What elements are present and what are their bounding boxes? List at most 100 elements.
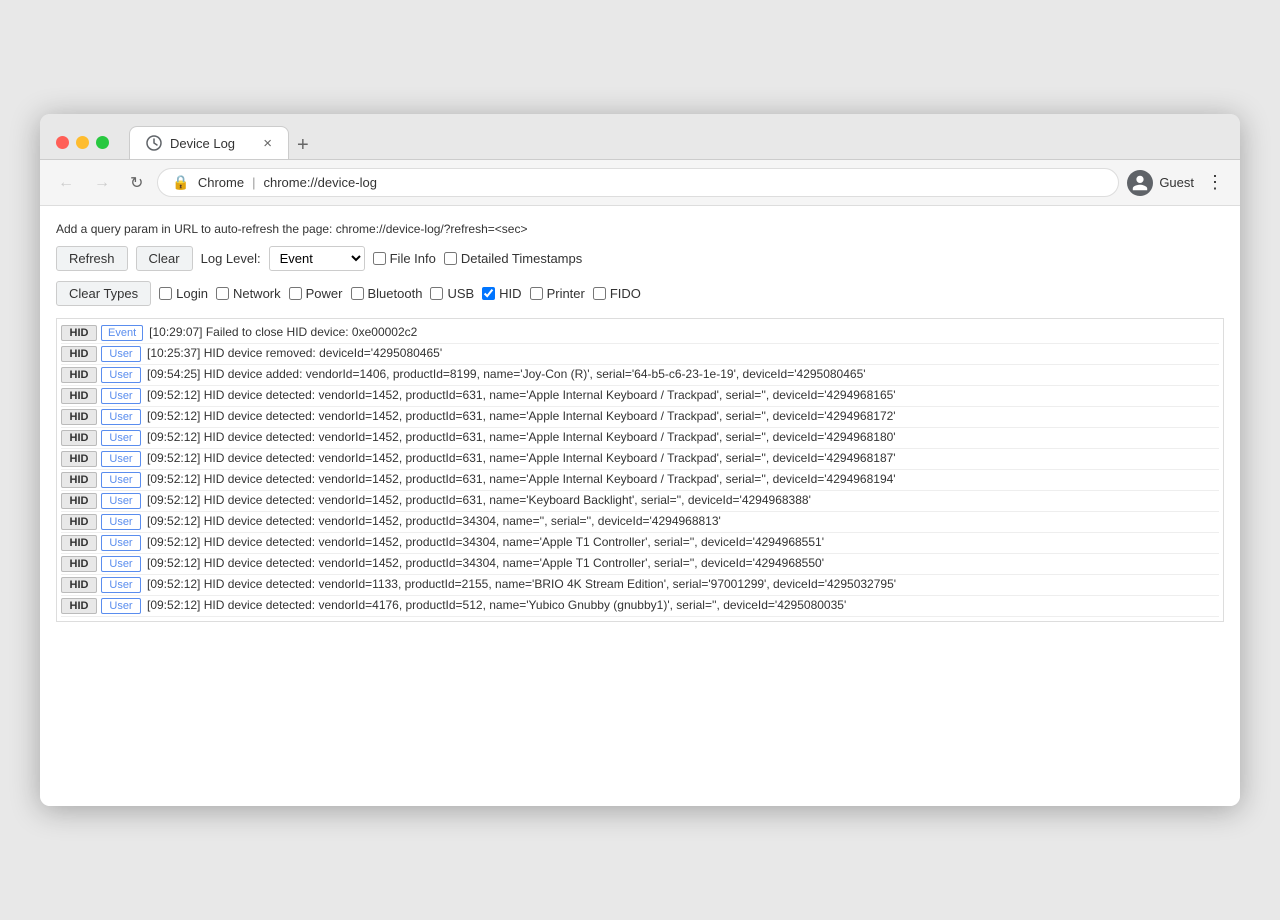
log-source-badge[interactable]: User (101, 451, 141, 467)
log-message: [09:52:12] HID device detected: vendorId… (147, 430, 1219, 444)
reload-button[interactable]: ↻ (124, 169, 149, 197)
usb-checkbox[interactable] (430, 287, 443, 300)
network-checkbox[interactable] (216, 287, 229, 300)
page-content: Add a query param in URL to auto-refresh… (40, 206, 1240, 806)
guest-button[interactable]: Guest (1127, 170, 1194, 196)
printer-label: Printer (547, 286, 585, 301)
nav-right: Guest ⋮ (1127, 168, 1228, 197)
log-type-badge: HID (61, 451, 97, 467)
refresh-button[interactable]: Refresh (56, 246, 128, 271)
usb-checkbox-label[interactable]: USB (430, 286, 474, 301)
browser-label: Chrome (198, 175, 244, 190)
printer-checkbox-label[interactable]: Printer (530, 286, 585, 301)
back-button[interactable]: ← (52, 170, 80, 196)
log-source-badge[interactable]: User (101, 346, 141, 362)
log-message: [09:52:12] HID device detected: vendorId… (147, 577, 1219, 591)
security-icon: 🔒 (172, 174, 189, 191)
log-type-badge: HID (61, 598, 97, 614)
printer-checkbox[interactable] (530, 287, 543, 300)
info-text: Add a query param in URL to auto-refresh… (56, 222, 1224, 236)
log-message: [09:52:12] HID device detected: vendorId… (147, 535, 1219, 549)
log-row: HIDUser[09:52:12] HID device detected: v… (61, 512, 1219, 533)
log-source-badge[interactable]: User (101, 577, 141, 593)
login-checkbox[interactable] (159, 287, 172, 300)
url-text: chrome://device-log (263, 175, 376, 190)
log-source-badge[interactable]: User (101, 535, 141, 551)
log-source-badge[interactable]: User (101, 409, 141, 425)
hid-checkbox[interactable] (482, 287, 495, 300)
detailed-timestamps-checkbox-label[interactable]: Detailed Timestamps (444, 251, 582, 266)
fido-checkbox-label[interactable]: FIDO (593, 286, 641, 301)
log-row: HIDUser [09:52:12] HID device detected: v… (61, 491, 1219, 512)
detailed-timestamps-checkbox[interactable] (444, 252, 457, 265)
file-info-label: File Info (390, 251, 436, 266)
log-row: HIDUser[09:54:25] HID device added: vend… (61, 365, 1219, 386)
log-source-badge[interactable]: User (101, 598, 141, 614)
file-info-checkbox[interactable] (373, 252, 386, 265)
power-checkbox-label[interactable]: Power (289, 286, 343, 301)
log-row: HIDUser [09:52:12] HID device detected: v… (61, 575, 1219, 596)
clear-button[interactable]: Clear (136, 246, 193, 271)
log-type-badge: HID (61, 409, 97, 425)
forward-button[interactable]: → (88, 170, 116, 196)
tab-favicon (146, 135, 162, 151)
log-source-badge[interactable]: User (101, 367, 141, 383)
log-type-badge: HID (61, 367, 97, 383)
log-type-badge: HID (61, 556, 97, 572)
clear-types-toolbar: Clear Types Login Network Power Bluetoot… (56, 281, 1224, 306)
title-bar: Device Log × + (40, 114, 1240, 160)
log-row: HIDUser [09:52:12] HID device detected: v… (61, 554, 1219, 575)
url-separator: | (252, 175, 255, 190)
log-message: [09:52:12] HID device detected: vendorId… (147, 598, 1219, 612)
bluetooth-checkbox-label[interactable]: Bluetooth (351, 286, 423, 301)
new-tab-button[interactable]: + (289, 131, 317, 159)
log-source-badge[interactable]: User (101, 514, 141, 530)
log-row: HIDUser [09:52:12] HID device detected: v… (61, 470, 1219, 491)
log-message: [09:52:12] HID device detected: vendorId… (147, 451, 1219, 465)
menu-button[interactable]: ⋮ (1202, 168, 1228, 197)
address-bar[interactable]: 🔒 Chrome | chrome://device-log (157, 168, 1119, 197)
log-row: HIDUser[10:25:37] HID device removed: de… (61, 344, 1219, 365)
bluetooth-checkbox[interactable] (351, 287, 364, 300)
network-label: Network (233, 286, 281, 301)
log-source-badge[interactable]: User (101, 472, 141, 488)
fido-label: FIDO (610, 286, 641, 301)
log-type-badge: HID (61, 493, 97, 509)
log-message: [09:52:12] HID device detected: vendorId… (147, 388, 1219, 402)
tab-title: Device Log (170, 136, 235, 151)
log-type-badge: HID (61, 325, 97, 341)
file-info-checkbox-label[interactable]: File Info (373, 251, 436, 266)
log-source-badge[interactable]: Event (101, 325, 143, 341)
log-source-badge[interactable]: User (101, 430, 141, 446)
fido-checkbox[interactable] (593, 287, 606, 300)
log-message: [09:52:12] HID device detected: vendorId… (147, 493, 1219, 507)
maximize-button[interactable] (96, 136, 109, 149)
hid-checkbox-label[interactable]: HID (482, 286, 521, 301)
usb-label: USB (447, 286, 474, 301)
bluetooth-label: Bluetooth (368, 286, 423, 301)
active-tab[interactable]: Device Log × (129, 126, 289, 159)
log-message: [10:29:07] Failed to close HID device: 0… (149, 325, 1219, 339)
network-checkbox-label[interactable]: Network (216, 286, 281, 301)
power-checkbox[interactable] (289, 287, 302, 300)
log-type-badge: HID (61, 514, 97, 530)
log-source-badge[interactable]: User (101, 556, 141, 572)
log-type-badge: HID (61, 472, 97, 488)
log-type-badge: HID (61, 346, 97, 362)
log-row: HIDUser[09:52:12] HID device detected: v… (61, 407, 1219, 428)
main-toolbar: Refresh Clear Log Level: Verbose Info Wa… (56, 246, 1224, 271)
close-button[interactable] (56, 136, 69, 149)
log-level-label: Log Level: (201, 251, 261, 266)
clear-types-button[interactable]: Clear Types (56, 281, 151, 306)
minimize-button[interactable] (76, 136, 89, 149)
log-message: [09:52:12] HID device detected: vendorId… (147, 472, 1219, 486)
log-source-badge[interactable]: User (101, 493, 141, 509)
browser-window: Device Log × + ← → ↻ 🔒 Chrome | chrome:/… (40, 114, 1240, 806)
login-checkbox-label[interactable]: Login (159, 286, 208, 301)
log-type-badge: HID (61, 577, 97, 593)
log-source-badge[interactable]: User (101, 388, 141, 404)
person-icon (1131, 174, 1149, 192)
tab-close-button[interactable]: × (263, 136, 272, 151)
log-level-select[interactable]: Verbose Info Warning Error Event (269, 246, 365, 271)
log-message: [09:52:12] HID device detected: vendorId… (147, 556, 1219, 570)
